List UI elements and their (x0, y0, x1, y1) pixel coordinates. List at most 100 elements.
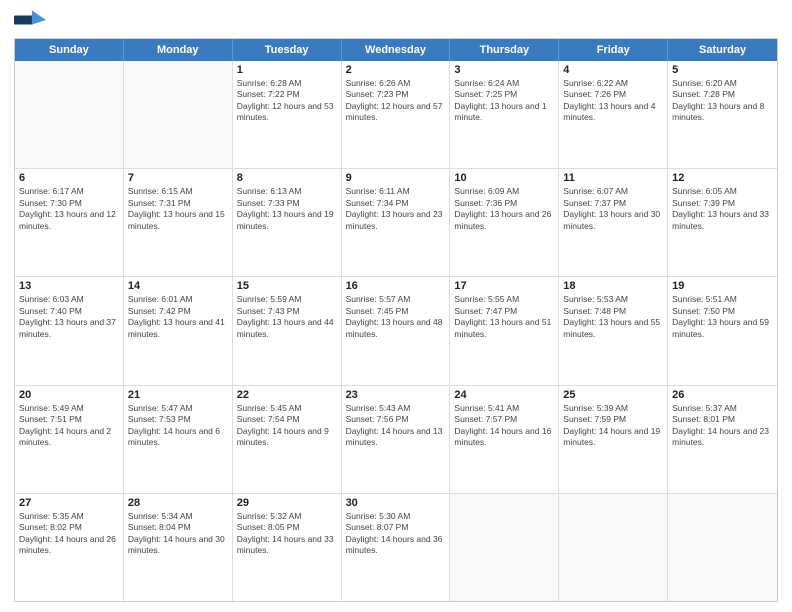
day-info: Sunrise: 6:01 AM Sunset: 7:42 PM Dayligh… (128, 294, 228, 340)
calendar-cell: 15 Sunrise: 5:59 AM Sunset: 7:43 PM Dayli… (233, 277, 342, 384)
day-info: Sunrise: 5:49 AM Sunset: 7:51 PM Dayligh… (19, 403, 119, 449)
calendar-cell (559, 494, 668, 601)
calendar-cell: 25 Sunrise: 5:39 AM Sunset: 7:59 PM Dayli… (559, 386, 668, 493)
day-number: 14 (128, 280, 228, 292)
calendar-cell: 14 Sunrise: 6:01 AM Sunset: 7:42 PM Dayli… (124, 277, 233, 384)
day-info: Sunrise: 6:24 AM Sunset: 7:25 PM Dayligh… (454, 78, 554, 124)
header-day-thursday: Thursday (450, 39, 559, 61)
day-number: 28 (128, 497, 228, 509)
day-info: Sunrise: 5:53 AM Sunset: 7:48 PM Dayligh… (563, 294, 663, 340)
day-info: Sunrise: 5:59 AM Sunset: 7:43 PM Dayligh… (237, 294, 337, 340)
calendar-cell (668, 494, 777, 601)
calendar-cell: 20 Sunrise: 5:49 AM Sunset: 7:51 PM Dayli… (15, 386, 124, 493)
calendar-row-1: 6 Sunrise: 6:17 AM Sunset: 7:30 PM Daylig… (15, 168, 777, 276)
day-number: 15 (237, 280, 337, 292)
logo-icon (14, 10, 46, 30)
calendar-row-3: 20 Sunrise: 5:49 AM Sunset: 7:51 PM Dayli… (15, 385, 777, 493)
header-day-saturday: Saturday (668, 39, 777, 61)
day-number: 16 (346, 280, 446, 292)
day-number: 20 (19, 389, 119, 401)
day-info: Sunrise: 5:47 AM Sunset: 7:53 PM Dayligh… (128, 403, 228, 449)
calendar-cell: 13 Sunrise: 6:03 AM Sunset: 7:40 PM Dayli… (15, 277, 124, 384)
day-number: 24 (454, 389, 554, 401)
calendar-cell: 24Sunrise: 5:41 AM Sunset: 7:57 PM Dayli… (450, 386, 559, 493)
day-info: Sunrise: 5:37 AM Sunset: 8:01 PM Dayligh… (672, 403, 773, 449)
calendar-cell: 28 Sunrise: 5:34 AM Sunset: 8:04 PM Dayli… (124, 494, 233, 601)
day-info: Sunrise: 6:28 AM Sunset: 7:22 PM Dayligh… (237, 78, 337, 124)
calendar-cell: 11 Sunrise: 6:07 AM Sunset: 7:37 PM Dayli… (559, 169, 668, 276)
day-info: Sunrise: 6:20 AM Sunset: 7:28 PM Dayligh… (672, 78, 773, 124)
day-number: 18 (563, 280, 663, 292)
calendar-cell: 5 Sunrise: 6:20 AM Sunset: 7:28 PM Daylig… (668, 61, 777, 168)
calendar-cell (15, 61, 124, 168)
day-info: Sunrise: 5:57 AM Sunset: 7:45 PM Dayligh… (346, 294, 446, 340)
day-number: 19 (672, 280, 773, 292)
calendar-cell: 8Sunrise: 6:13 AM Sunset: 7:33 PM Daylig… (233, 169, 342, 276)
day-info: Sunrise: 5:51 AM Sunset: 7:50 PM Dayligh… (672, 294, 773, 340)
calendar-cell: 2 Sunrise: 6:26 AM Sunset: 7:23 PM Daylig… (342, 61, 451, 168)
day-number: 10 (454, 172, 554, 184)
day-number: 6 (19, 172, 119, 184)
day-info: Sunrise: 6:13 AM Sunset: 7:33 PM Dayligh… (237, 186, 337, 232)
day-info: Sunrise: 5:43 AM Sunset: 7:56 PM Dayligh… (346, 403, 446, 449)
calendar-cell: 3Sunrise: 6:24 AM Sunset: 7:25 PM Daylig… (450, 61, 559, 168)
day-number: 29 (237, 497, 337, 509)
day-number: 5 (672, 64, 773, 76)
day-number: 17 (454, 280, 554, 292)
calendar-cell: 7 Sunrise: 6:15 AM Sunset: 7:31 PM Daylig… (124, 169, 233, 276)
day-info: Sunrise: 6:03 AM Sunset: 7:40 PM Dayligh… (19, 294, 119, 340)
day-number: 11 (563, 172, 663, 184)
day-info: Sunrise: 5:35 AM Sunset: 8:02 PM Dayligh… (19, 511, 119, 557)
day-number: 25 (563, 389, 663, 401)
calendar-cell: 12 Sunrise: 6:05 AM Sunset: 7:39 PM Dayli… (668, 169, 777, 276)
day-number: 4 (563, 64, 663, 76)
calendar-cell: 27Sunrise: 5:35 AM Sunset: 8:02 PM Dayli… (15, 494, 124, 601)
header-day-tuesday: Tuesday (233, 39, 342, 61)
calendar-cell: 6 Sunrise: 6:17 AM Sunset: 7:30 PM Daylig… (15, 169, 124, 276)
calendar-cell: 29 Sunrise: 5:32 AM Sunset: 8:05 PM Dayli… (233, 494, 342, 601)
day-info: Sunrise: 5:34 AM Sunset: 8:04 PM Dayligh… (128, 511, 228, 557)
day-number: 30 (346, 497, 446, 509)
header-day-friday: Friday (559, 39, 668, 61)
day-number: 2 (346, 64, 446, 76)
calendar-row-4: 27Sunrise: 5:35 AM Sunset: 8:02 PM Dayli… (15, 493, 777, 601)
calendar-cell (124, 61, 233, 168)
day-info: Sunrise: 5:55 AM Sunset: 7:47 PM Dayligh… (454, 294, 554, 340)
day-number: 13 (19, 280, 119, 292)
day-info: Sunrise: 6:05 AM Sunset: 7:39 PM Dayligh… (672, 186, 773, 232)
calendar-cell: 23 Sunrise: 5:43 AM Sunset: 7:56 PM Dayli… (342, 386, 451, 493)
calendar-cell: 21 Sunrise: 5:47 AM Sunset: 7:53 PM Dayli… (124, 386, 233, 493)
day-info: Sunrise: 6:22 AM Sunset: 7:26 PM Dayligh… (563, 78, 663, 124)
day-info: Sunrise: 6:26 AM Sunset: 7:23 PM Dayligh… (346, 78, 446, 124)
calendar-row-0: 1Sunrise: 6:28 AM Sunset: 7:22 PM Daylig… (15, 61, 777, 168)
calendar-cell: 19 Sunrise: 5:51 AM Sunset: 7:50 PM Dayli… (668, 277, 777, 384)
calendar-cell: 30 Sunrise: 5:30 AM Sunset: 8:07 PM Dayli… (342, 494, 451, 601)
calendar-cell (450, 494, 559, 601)
day-number: 12 (672, 172, 773, 184)
day-info: Sunrise: 5:39 AM Sunset: 7:59 PM Dayligh… (563, 403, 663, 449)
day-number: 7 (128, 172, 228, 184)
calendar-body: 1Sunrise: 6:28 AM Sunset: 7:22 PM Daylig… (15, 61, 777, 601)
day-info: Sunrise: 5:30 AM Sunset: 8:07 PM Dayligh… (346, 511, 446, 557)
header-day-wednesday: Wednesday (342, 39, 451, 61)
page: SundayMondayTuesdayWednesdayThursdayFrid… (0, 0, 792, 612)
day-info: Sunrise: 6:07 AM Sunset: 7:37 PM Dayligh… (563, 186, 663, 232)
day-number: 23 (346, 389, 446, 401)
logo (14, 10, 46, 32)
calendar-cell: 1Sunrise: 6:28 AM Sunset: 7:22 PM Daylig… (233, 61, 342, 168)
header-day-sunday: Sunday (15, 39, 124, 61)
calendar-cell: 4 Sunrise: 6:22 AM Sunset: 7:26 PM Daylig… (559, 61, 668, 168)
day-info: Sunrise: 6:09 AM Sunset: 7:36 PM Dayligh… (454, 186, 554, 232)
day-info: Sunrise: 5:32 AM Sunset: 8:05 PM Dayligh… (237, 511, 337, 557)
day-info: Sunrise: 5:45 AM Sunset: 7:54 PM Dayligh… (237, 403, 337, 449)
calendar: SundayMondayTuesdayWednesdayThursdayFrid… (14, 38, 778, 602)
calendar-cell: 22 Sunrise: 5:45 AM Sunset: 7:54 PM Dayli… (233, 386, 342, 493)
calendar-cell: 9Sunrise: 6:11 AM Sunset: 7:34 PM Daylig… (342, 169, 451, 276)
day-info: Sunrise: 6:15 AM Sunset: 7:31 PM Dayligh… (128, 186, 228, 232)
header-day-monday: Monday (124, 39, 233, 61)
day-number: 26 (672, 389, 773, 401)
day-number: 21 (128, 389, 228, 401)
day-number: 22 (237, 389, 337, 401)
day-info: Sunrise: 6:17 AM Sunset: 7:30 PM Dayligh… (19, 186, 119, 232)
calendar-cell: 17 Sunrise: 5:55 AM Sunset: 7:47 PM Dayli… (450, 277, 559, 384)
